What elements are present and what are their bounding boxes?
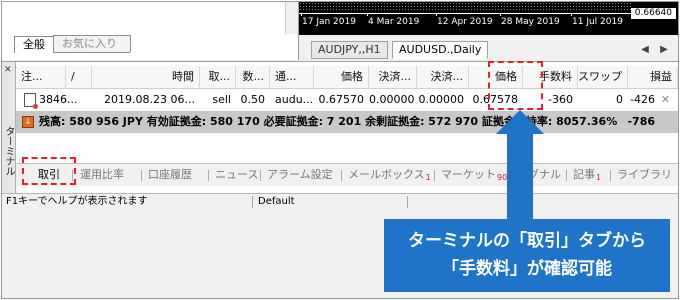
trade-tab-highlight xyxy=(22,157,76,185)
close-order-icon[interactable]: ✕ xyxy=(661,89,670,111)
status-profile: Default xyxy=(258,196,295,207)
col-volume[interactable]: 数... xyxy=(236,66,270,88)
col-swap[interactable]: スワップ xyxy=(578,66,628,88)
tab-chart-audusd[interactable]: AUDUSD.,Daily xyxy=(392,41,489,59)
col-time[interactable]: 時間 xyxy=(92,66,200,88)
up-arrow-shaft xyxy=(507,130,533,220)
tab-account-history[interactable]: 口座履歴 xyxy=(148,167,192,183)
cell-time: 2019.08.23 06... xyxy=(104,93,195,106)
chart-time-axis xyxy=(299,13,632,14)
price-label: 0.66640 xyxy=(630,8,676,19)
navigator-panel: 全般 お気に入り xyxy=(2,2,299,60)
tab-mailbox-label: メールボックス xyxy=(348,168,425,181)
cell-order: 3846... xyxy=(39,93,78,106)
tab-alerts[interactable]: アラーム設定 xyxy=(267,167,333,183)
col-price[interactable]: 価格 xyxy=(314,66,369,88)
summary-profit: -786 xyxy=(627,115,655,128)
tab-news[interactable]: ニュース xyxy=(215,167,258,183)
callout-line-2: 「手数料」が確認可能 xyxy=(442,259,612,279)
tab-market-label: マーケット xyxy=(441,168,496,181)
cell-profit: -426 xyxy=(630,93,655,106)
navigator-scrollbar[interactable] xyxy=(285,2,298,34)
tab-favorites[interactable]: お気に入り xyxy=(53,35,131,52)
terminal-tabs: 取引 運用比率 口座履歴 ニュース アラーム設定 メールボックス1 マーケット9… xyxy=(16,163,678,186)
callout-line-1: ターミナルの「取引」タブから xyxy=(408,231,646,251)
tab-mailbox[interactable]: メールボックス1 xyxy=(348,167,431,183)
col-sl[interactable]: 決済... xyxy=(369,66,417,88)
tab-articles[interactable]: 記事1 xyxy=(573,167,601,183)
commission-highlight xyxy=(488,61,543,110)
account-summary-row: ↓ 残高: 580 956 JPY 有効証拠金: 580 170 必要証拠金: … xyxy=(16,111,678,133)
annotation-callout: ターミナルの「取引」タブから 「手数料」が確認可能 xyxy=(384,219,670,292)
tab-chart-audjpy[interactable]: AUDJPY,,H1 xyxy=(311,41,388,59)
chevron-right-icon[interactable]: ▶ xyxy=(658,44,670,55)
chart-tabs: AUDJPY,,H1 AUDUSD.,Daily ◀ ▶ xyxy=(299,35,678,61)
time-label: 12 Apr 2019 xyxy=(437,17,493,27)
terminal-title: ターミナル xyxy=(3,126,14,176)
col-tp[interactable]: 決済... xyxy=(417,66,469,88)
cell-symbol: audu... xyxy=(275,93,314,106)
trade-table: 注... / 時間 取... 数... 通... 価格 決済... 決済... … xyxy=(16,66,678,133)
balance-icon: ↓ xyxy=(22,116,34,128)
time-label: 17 Jan 2019 xyxy=(302,17,356,27)
time-label: 28 May 2019 xyxy=(501,17,560,27)
tab-general[interactable]: 全般 xyxy=(14,36,54,53)
navigator-tabs: 全般 お気に入り xyxy=(14,35,131,53)
col-type[interactable]: 取... xyxy=(200,66,236,88)
chart-grid xyxy=(299,2,632,12)
time-label: 11 Jul 2019 xyxy=(572,17,623,27)
time-label: 4 Mar 2019 xyxy=(368,17,420,27)
table-row[interactable]: 3846... 2019.08.23 06... sell 0.50 audu.… xyxy=(16,89,678,111)
terminal-panel: ✕ ターミナル 注... / 時間 取... 数... 通... 価格 決済..… xyxy=(2,61,678,193)
tab-market[interactable]: マーケット90 xyxy=(441,167,507,183)
chevron-left-icon[interactable]: ◀ xyxy=(639,44,651,55)
col-profit[interactable]: 損益 xyxy=(628,66,678,88)
cell-type: sell xyxy=(212,93,231,106)
cell-volume: 0.50 xyxy=(240,93,266,106)
articles-badge: 1 xyxy=(596,173,602,182)
chart-area[interactable]: 17 Jan 2019 4 Mar 2019 12 Apr 2019 28 Ma… xyxy=(299,2,678,35)
tab-exposure[interactable]: 運用比率 xyxy=(80,167,124,183)
mailbox-badge: 1 xyxy=(425,173,431,182)
col-order[interactable]: 注... xyxy=(16,66,66,88)
status-help-text: F1キーでヘルプが表示されます xyxy=(6,196,148,207)
market-badge: 90 xyxy=(497,173,508,182)
col-symbol[interactable]: 通... xyxy=(270,66,314,88)
close-icon[interactable]: ✕ xyxy=(4,65,12,75)
tab-articles-label: 記事 xyxy=(573,168,595,181)
tab-library[interactable]: ライブラリ xyxy=(617,167,672,183)
status-bar: F1キーでヘルプが表示されます Default xyxy=(2,193,678,210)
cell-price: 0.67570 xyxy=(318,93,365,106)
table-header: 注... / 時間 取... 数... 通... 価格 決済... 決済... … xyxy=(16,66,678,89)
cell-tp: 0.00000 xyxy=(418,93,465,106)
terminal-sidebar: ✕ ターミナル xyxy=(2,62,16,193)
cell-sl: 0.00000 xyxy=(369,93,415,106)
col-sort[interactable]: / xyxy=(66,66,92,88)
